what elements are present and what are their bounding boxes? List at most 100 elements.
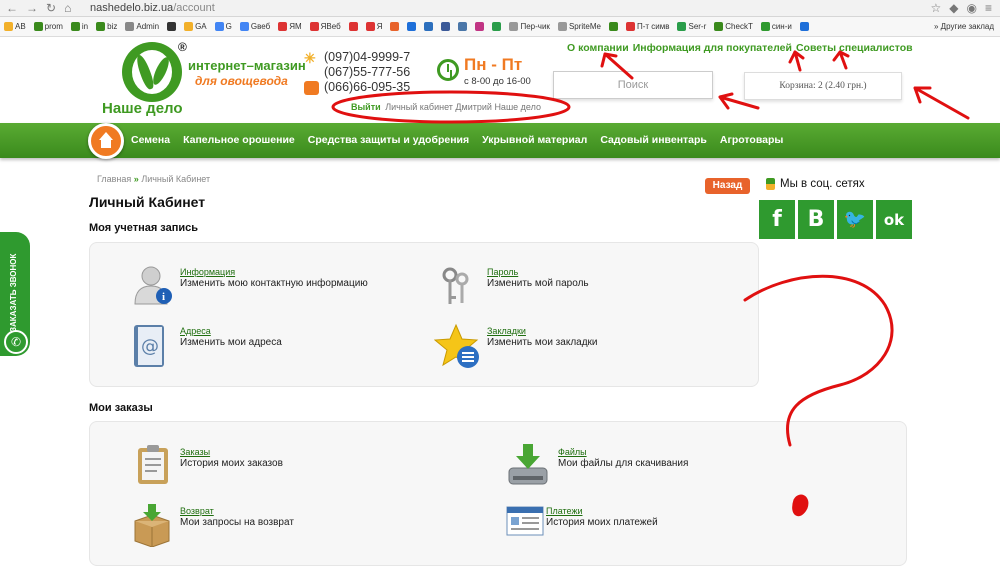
menu-item-garden-tools[interactable]: Садовый инвентарь — [600, 134, 707, 146]
bookmark-item[interactable] — [796, 22, 813, 31]
payments-link[interactable]: Платежи — [546, 505, 658, 517]
cart-button[interactable]: Корзина: 2 (2.40 грн.) — [744, 72, 902, 100]
bookmark-item[interactable]: Ser-r — [673, 22, 710, 31]
bookmark-item[interactable] — [605, 22, 622, 31]
bookmark-label: AB — [15, 22, 26, 31]
bookmark-item[interactable]: G — [211, 22, 236, 31]
user-info-icon[interactable]: i — [132, 264, 174, 311]
vodafone-icon — [304, 80, 319, 95]
keys-icon[interactable] — [440, 266, 472, 313]
bookmark-item[interactable] — [454, 22, 471, 31]
payments-icon[interactable] — [506, 505, 544, 542]
bookmark-item[interactable]: Пер-чик — [505, 22, 553, 31]
forward-arrow-icon[interactable]: → — [26, 1, 38, 15]
bookmarks-more[interactable]: » Другие заклад — [934, 22, 1000, 31]
callback-tab[interactable]: ЗАКАЗАТЬ ЗВОНОК ✆ — [0, 232, 30, 356]
bookmark-item[interactable] — [345, 22, 362, 31]
clipboard-icon[interactable] — [134, 443, 172, 490]
svg-text:@: @ — [141, 336, 159, 357]
returns-link[interactable]: Возврат — [180, 505, 294, 517]
bookmark-label: ЯВеб — [320, 22, 341, 31]
search-placeholder: Поиск — [617, 79, 649, 91]
bookmark-favicon-icon — [390, 22, 400, 31]
account-heading: Моя учетная запись — [89, 222, 199, 234]
orders-item-files: Файлы Мои файлы для скачивания — [558, 446, 688, 470]
menu-item-seeds[interactable]: Семена — [131, 134, 170, 146]
search-input[interactable]: Поиск — [553, 71, 713, 99]
address-field[interactable]: nashedelo.biz.ua/account — [90, 2, 690, 14]
bookmark-item[interactable] — [488, 22, 505, 31]
bookmark-item[interactable] — [403, 22, 420, 31]
bookmark-item[interactable]: CheckT — [710, 22, 757, 31]
site-logo[interactable]: ® интернет–магазин для овощевода Наше де… — [100, 40, 306, 118]
bookmark-item[interactable]: ЯМ — [274, 22, 305, 31]
bookmark-item[interactable] — [386, 22, 403, 31]
bookmark-label: син-и — [771, 22, 792, 31]
user-bar: Выйти Личный кабинет Дмитрий Наше дело — [351, 102, 541, 112]
twitter-icon[interactable]: 🐦 — [837, 200, 873, 239]
extension-icon[interactable]: ◉ — [967, 1, 977, 15]
menu-item-drip-irrigation[interactable]: Капельное орошение — [183, 134, 295, 146]
bookmark-item[interactable]: biz — [92, 22, 121, 31]
breadcrumb-home[interactable]: Главная — [97, 174, 131, 184]
address-book-icon[interactable]: @ — [132, 323, 166, 374]
url-host: nashedelo.biz.ua — [90, 2, 174, 14]
files-link[interactable]: Файлы — [558, 446, 688, 458]
bookmark-label: prom — [44, 22, 63, 31]
bookmark-item[interactable]: SpriteMe — [554, 22, 605, 31]
bookmark-favicon-icon — [70, 22, 80, 31]
bookmark-label: in — [81, 22, 89, 31]
info-link[interactable]: Информация — [180, 266, 368, 278]
menu-item-protection[interactable]: Средства защиты и удобрения — [308, 134, 469, 146]
bookmark-item[interactable]: П-т симв — [622, 22, 674, 31]
addresses-link[interactable]: Адреса — [180, 325, 282, 337]
bookmark-item[interactable]: Gвеб — [236, 22, 274, 31]
menu-item-covering[interactable]: Укрывной материал — [482, 134, 587, 146]
download-drive-icon[interactable] — [506, 442, 550, 493]
logo-emblem — [122, 42, 182, 102]
social-links: f B 🐦 ok — [759, 200, 912, 239]
bookmark-label: biz — [107, 22, 118, 31]
bookmark-item[interactable]: син-и — [757, 22, 796, 31]
return-box-icon[interactable] — [133, 503, 171, 552]
cabinet-link[interactable]: Личный кабинет — [385, 102, 453, 112]
bookmark-item[interactable]: in — [67, 22, 92, 31]
link-expert-tips[interactable]: Советы специалистов — [796, 42, 913, 54]
back-arrow-icon[interactable]: ← — [6, 1, 18, 15]
browser-extensions: ☆ ◆ ◉ ≡ — [931, 1, 1000, 15]
bookmark-favicon-icon — [458, 22, 468, 31]
bookmark-item[interactable] — [420, 22, 437, 31]
bookmark-item[interactable]: Admin — [121, 22, 163, 31]
home-icon[interactable] — [88, 123, 124, 159]
registered-mark: ® — [178, 40, 187, 54]
bookmarks-link[interactable]: Закладки — [487, 325, 598, 337]
menu-item-agro[interactable]: Агротовары — [720, 134, 783, 146]
bookmark-item[interactable]: GA — [180, 22, 211, 31]
browser-nav-buttons: ← → ↻ ⌂ — [0, 1, 90, 15]
orders-link[interactable]: Заказы — [180, 446, 283, 458]
bookmark-star-icon[interactable]: ☆ — [931, 1, 942, 15]
facebook-icon[interactable]: f — [759, 200, 795, 239]
annotation-arrow — [832, 50, 850, 70]
link-buyer-info[interactable]: Информация для покупателей — [633, 42, 792, 54]
bookmark-item[interactable]: prom — [30, 22, 67, 31]
bookmark-item[interactable] — [471, 22, 488, 31]
logout-link[interactable]: Выйти — [351, 102, 381, 112]
home-browser-icon[interactable]: ⌂ — [64, 1, 71, 15]
orders-panel — [89, 421, 907, 566]
star-bookmark-icon[interactable] — [433, 323, 482, 376]
link-about[interactable]: О компании — [567, 42, 629, 54]
odnoklassniki-icon[interactable]: ok — [876, 200, 912, 239]
reload-icon[interactable]: ↻ — [46, 1, 56, 15]
bookmark-item[interactable] — [437, 22, 454, 31]
extension-icon[interactable]: ◆ — [949, 1, 958, 15]
bookmark-item[interactable]: ЯВеб — [306, 22, 345, 31]
password-link[interactable]: Пароль — [487, 266, 589, 278]
vkontakte-icon[interactable]: B — [798, 200, 834, 239]
bookmark-item[interactable]: AB — [0, 22, 30, 31]
orders-item-payments: Платежи История моих платежей — [546, 505, 658, 529]
menu-icon[interactable]: ≡ — [985, 1, 992, 15]
back-button[interactable]: Назад — [705, 178, 750, 194]
bookmark-item[interactable] — [163, 22, 180, 31]
bookmark-item[interactable]: Я — [362, 22, 387, 31]
